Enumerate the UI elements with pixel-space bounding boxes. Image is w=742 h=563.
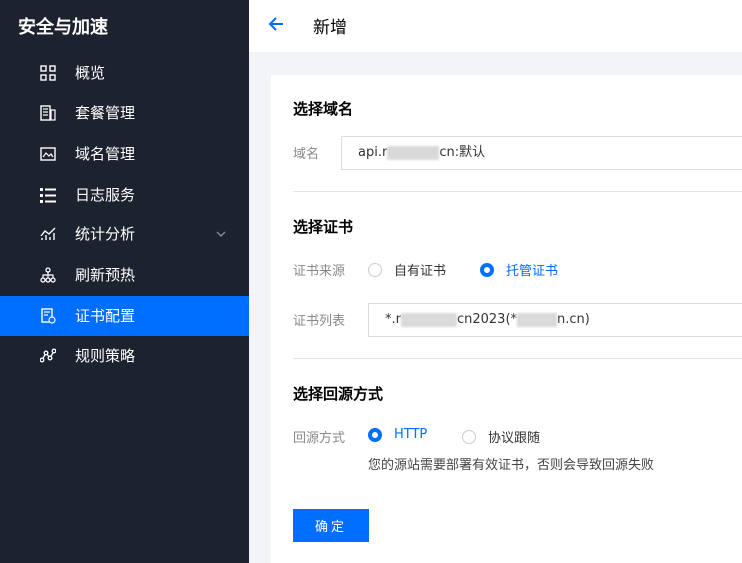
package-icon bbox=[40, 105, 56, 121]
redacted-mask bbox=[400, 312, 457, 327]
sidebar-item-label: 统计分析 bbox=[75, 225, 136, 243]
sidebar-item-label: 套餐管理 bbox=[75, 104, 136, 122]
sidebar-item-rules[interactable]: 规则策略 bbox=[0, 336, 249, 376]
sidebar-item-logs[interactable]: 日志服务 bbox=[0, 175, 249, 215]
sidebar-item-label: 证书配置 bbox=[75, 307, 136, 325]
domain-label: 域名 bbox=[293, 147, 320, 162]
cert-value-suffix: n.cn) bbox=[557, 312, 590, 327]
form-card: 选择域名 域名 api.r cn:默认 选择证书 证书来源 自有证书 托管证书 证… bbox=[271, 75, 742, 563]
tree-icon bbox=[40, 267, 56, 283]
certificate-select[interactable]: *.r cn2023(* n.cn) bbox=[368, 303, 742, 337]
radio-circle bbox=[368, 262, 382, 277]
radio-circle bbox=[462, 429, 476, 444]
sidebar-item-label: 规则策略 bbox=[75, 347, 136, 365]
sidebar-item-certificates[interactable]: 证书配置 bbox=[0, 296, 249, 336]
cert-list-label: 证书列表 bbox=[293, 314, 346, 329]
back-arrow-icon[interactable] bbox=[267, 15, 285, 33]
section-title-certificate: 选择证书 bbox=[293, 218, 354, 236]
grid-icon bbox=[40, 65, 56, 81]
origin-method-label: 回源方式 bbox=[293, 431, 346, 446]
section-title-origin: 选择回源方式 bbox=[293, 385, 384, 403]
origin-hint: 您的源站需要部署有效证书，否则会导致回源失败 bbox=[368, 458, 655, 473]
redacted-mask bbox=[517, 312, 558, 327]
page-header: 新增 bbox=[249, 0, 742, 52]
redacted-mask bbox=[387, 145, 440, 160]
radio-own-certificate[interactable]: 自有证书 bbox=[368, 260, 446, 279]
sidebar: 安全与加速 概览 套餐管理 域名管理 日志服务 统计分析 刷新预热 证书配置 规… bbox=[0, 0, 249, 563]
cert-source-label: 证书来源 bbox=[293, 264, 346, 279]
page-title: 新增 bbox=[313, 18, 347, 38]
list-icon bbox=[40, 188, 56, 203]
sidebar-item-overview[interactable]: 概览 bbox=[0, 53, 249, 93]
divider bbox=[293, 191, 742, 192]
sidebar-item-package[interactable]: 套餐管理 bbox=[0, 93, 249, 133]
chart-icon bbox=[40, 227, 56, 240]
section-title-domain: 选择域名 bbox=[293, 100, 354, 118]
radio-protocol-follow[interactable]: 协议跟随 bbox=[462, 427, 540, 446]
image-icon bbox=[40, 147, 56, 161]
sidebar-item-label: 域名管理 bbox=[75, 145, 136, 163]
chevron-down-icon[interactable] bbox=[215, 228, 227, 240]
certificate-icon bbox=[41, 308, 56, 324]
app-title: 安全与加速 bbox=[18, 17, 108, 38]
radio-hosted-certificate[interactable]: 托管证书 bbox=[480, 260, 558, 279]
confirm-button[interactable]: 确定 bbox=[293, 509, 369, 542]
sidebar-item-label: 概览 bbox=[75, 64, 106, 82]
sidebar-item-label: 日志服务 bbox=[75, 186, 136, 204]
sidebar-item-refresh[interactable]: 刷新预热 bbox=[0, 255, 249, 295]
divider bbox=[293, 358, 742, 359]
radio-http[interactable]: HTTP bbox=[368, 427, 427, 442]
cert-value-prefix: *.r bbox=[385, 312, 401, 327]
cert-value-middle: cn2023(* bbox=[456, 312, 518, 327]
domain-value-prefix: api.r bbox=[358, 145, 388, 160]
radio-circle bbox=[368, 427, 382, 442]
domain-value-suffix: cn:默认 bbox=[439, 145, 486, 160]
sidebar-item-domains[interactable]: 域名管理 bbox=[0, 134, 249, 174]
sidebar-item-stats[interactable]: 统计分析 bbox=[0, 214, 249, 254]
sidebar-item-label: 刷新预热 bbox=[75, 266, 136, 284]
nodes-icon bbox=[40, 348, 56, 363]
domain-select[interactable]: api.r cn:默认 bbox=[341, 136, 742, 170]
radio-circle bbox=[480, 262, 494, 277]
